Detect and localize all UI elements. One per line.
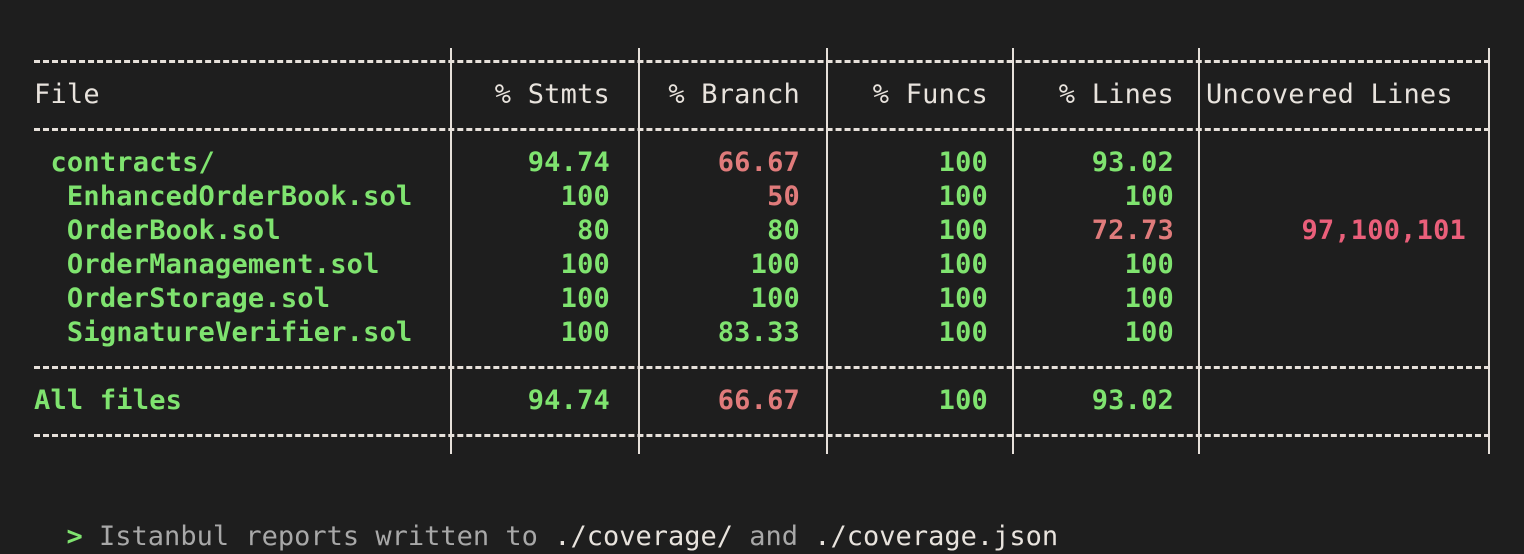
header-funcs: % Funcs: [872, 79, 988, 110]
row-stmts: 100: [560, 249, 610, 280]
row-stmts: 100: [560, 181, 610, 212]
column-file: File contracts/ EnhancedOrderBook.sol Or…: [34, 44, 448, 456]
row-branch: 50: [767, 181, 800, 212]
istanbul-report-line: > Istanbul reports written to ./coverage…: [34, 486, 1059, 552]
row-uncovered: [1206, 316, 1466, 350]
row-uncovered: [1206, 180, 1466, 214]
row-funcs: 100: [938, 181, 988, 212]
row-uncovered: 97,100,101: [1301, 215, 1466, 246]
row-stmts: 100: [560, 317, 610, 348]
header-lines: % Lines: [1058, 79, 1174, 110]
row-file: OrderBook.sol: [34, 215, 281, 246]
coverage-table: File contracts/ EnhancedOrderBook.sol Or…: [34, 44, 1492, 456]
row-lines: 100: [1124, 249, 1174, 280]
row-branch: 100: [750, 283, 800, 314]
row-funcs: 100: [938, 317, 988, 348]
column-divider: [638, 48, 640, 454]
header-file: File: [34, 79, 100, 110]
row-file: SignatureVerifier.sol: [34, 317, 413, 348]
row-lines: 93.02: [1091, 147, 1174, 178]
row-funcs: 100: [938, 283, 988, 314]
terminal-output: File contracts/ EnhancedOrderBook.sol Or…: [34, 44, 1504, 456]
column-divider: [1488, 48, 1490, 454]
header-stmts: % Stmts: [494, 79, 610, 110]
row-lines: 100: [1124, 283, 1174, 314]
column-funcs: % Funcs 100 100 100 100 100 100 100: [832, 44, 988, 456]
row-branch: 100: [750, 249, 800, 280]
row-funcs: 100: [938, 147, 988, 178]
row-uncovered: [1206, 146, 1466, 180]
row-funcs: 100: [938, 249, 988, 280]
row-lines: 72.73: [1091, 215, 1174, 246]
row-funcs: 100: [938, 215, 988, 246]
row-file: OrderManagement.sol: [34, 249, 380, 280]
row-branch: 66.67: [717, 147, 800, 178]
total-uncovered: [1206, 384, 1466, 418]
column-lines: % Lines 93.02 100 72.73 100 100 100 93.0…: [1018, 44, 1174, 456]
row-stmts: 100: [560, 283, 610, 314]
row-stmts: 80: [577, 215, 610, 246]
total-file: All files: [34, 385, 183, 416]
total-stmts: 94.74: [527, 385, 610, 416]
column-stmts: % Stmts 94.74 100 80 100 100 100 94.74: [454, 44, 610, 456]
column-uncovered: Uncovered Lines 97,100,101: [1206, 44, 1466, 456]
header-branch: % Branch: [668, 79, 800, 110]
row-stmts: 94.74: [527, 147, 610, 178]
total-funcs: 100: [938, 385, 988, 416]
row-lines: 100: [1124, 317, 1174, 348]
row-lines: 100: [1124, 181, 1174, 212]
row-file: EnhancedOrderBook.sol: [34, 181, 413, 212]
column-divider: [1012, 48, 1014, 454]
row-uncovered: [1206, 248, 1466, 282]
column-divider: [1198, 48, 1200, 454]
row-file: contracts/: [34, 147, 216, 178]
column-branch: % Branch 66.67 50 80 100 100 83.33 66.67: [644, 44, 800, 456]
row-branch: 80: [767, 215, 800, 246]
header-uncovered: Uncovered Lines: [1206, 79, 1453, 110]
row-branch: 83.33: [717, 317, 800, 348]
row-uncovered: [1206, 282, 1466, 316]
total-branch: 66.67: [717, 385, 800, 416]
column-divider: [450, 48, 452, 454]
total-lines: 93.02: [1091, 385, 1174, 416]
row-file: OrderStorage.sol: [34, 283, 331, 314]
column-divider: [826, 48, 828, 454]
